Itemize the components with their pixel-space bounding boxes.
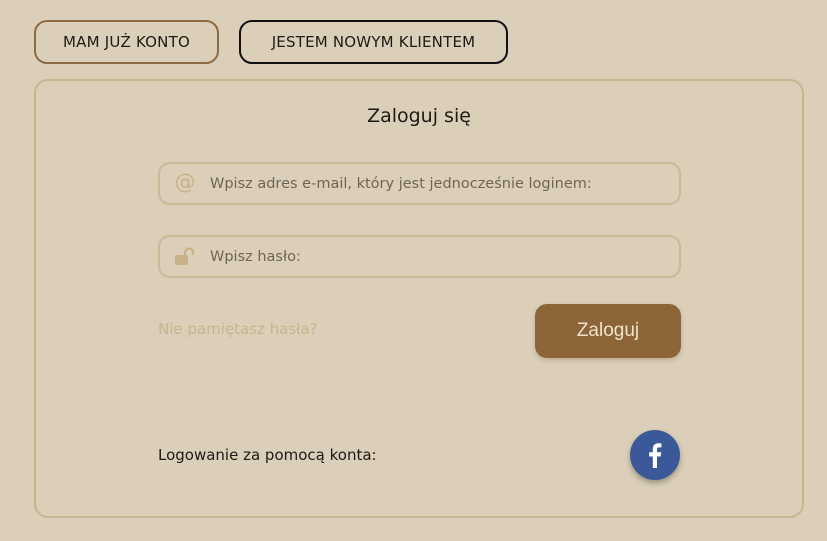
at-sign-icon: @ (174, 170, 196, 194)
password-field[interactable] (158, 235, 681, 278)
login-title: Zaloguj się (367, 105, 471, 127)
social-login-label: Logowanie za pomocą konta: (158, 446, 377, 464)
tab-existing-account[interactable]: MAM JUŻ KONTO (34, 20, 219, 64)
forgot-password-link[interactable]: Nie pamiętasz hasła? (158, 320, 318, 338)
login-panel: Zaloguj się @ Nie pamiętasz hasła? Zalog… (34, 79, 804, 518)
email-input[interactable] (210, 175, 670, 192)
password-input[interactable] (210, 248, 670, 265)
facebook-login-button[interactable] (630, 430, 680, 480)
tab-new-customer[interactable]: JESTEM NOWYM KLIENTEM (239, 20, 508, 64)
login-button[interactable]: Zaloguj (535, 304, 681, 358)
facebook-icon (649, 443, 662, 468)
unlocked-padlock-icon (160, 246, 210, 267)
email-field[interactable]: @ (158, 162, 681, 205)
